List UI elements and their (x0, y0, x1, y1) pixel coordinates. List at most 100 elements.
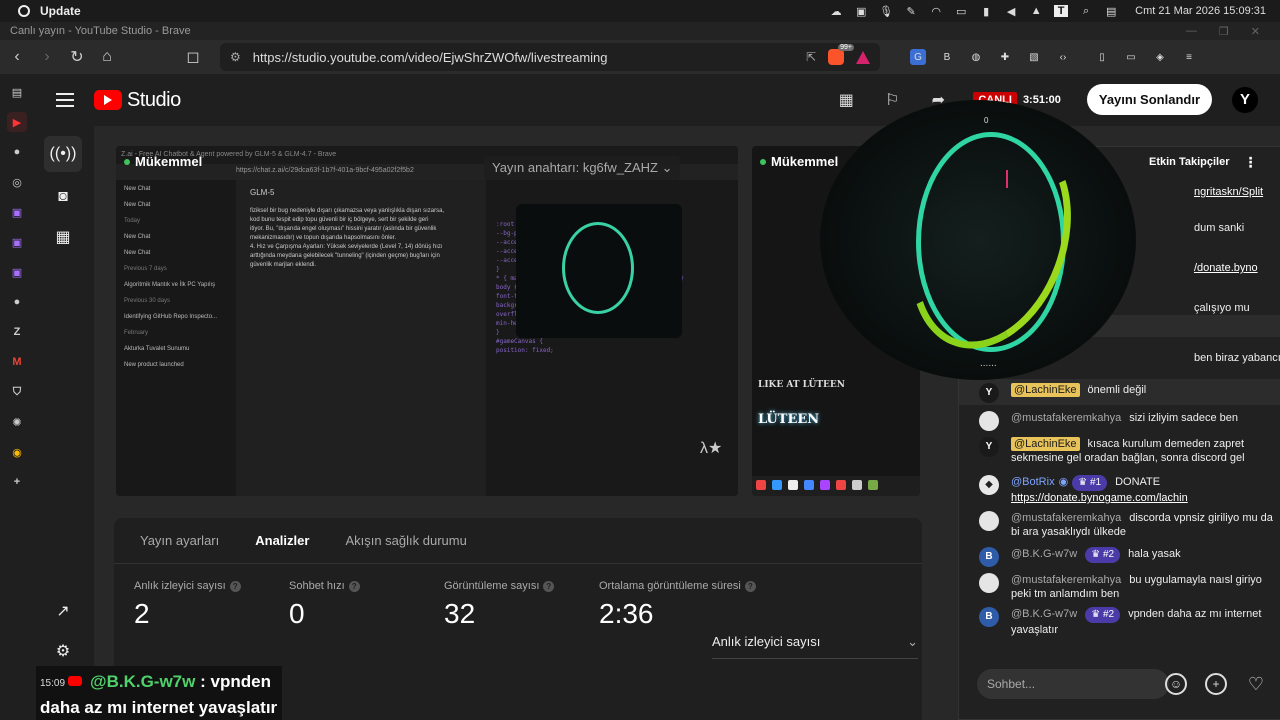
chat-author[interactable]: @mustafakeremkahya (1011, 412, 1121, 424)
open-external-icon[interactable]: ↗ (52, 600, 74, 622)
display-icon[interactable]: ▭ (954, 5, 968, 18)
search-icon[interactable]: ⌕ (1079, 5, 1093, 17)
dropdown-tray-icon[interactable]: ▲ (1029, 5, 1043, 17)
hamburger-menu-icon[interactable] (56, 93, 74, 107)
chat-author[interactable]: @LachinEke (1011, 437, 1080, 451)
github-icon[interactable]: ● (7, 142, 27, 162)
tab-stream-health[interactable]: Akışın sağlık durumu (345, 533, 466, 548)
sidebar-panel-icon[interactable]: ▤ (7, 82, 27, 102)
avatar[interactable] (979, 511, 999, 531)
chat-author[interactable]: @B.K.G-w7w (1011, 548, 1077, 560)
avatar[interactable]: ◆ (979, 475, 999, 495)
address-bar[interactable]: ⚙ https://studio.youtube.com/video/EjwSh… (220, 43, 880, 71)
live-stream-icon[interactable]: ((•)) (44, 136, 82, 172)
twitch-icon-2[interactable]: ▣ (7, 232, 27, 252)
chat-link[interactable]: https://donate.bynogame.com/lachin (1011, 492, 1188, 504)
battery-icon[interactable]: ▮ (979, 5, 993, 18)
tab-stream-settings[interactable]: Yayın ayarları (140, 533, 219, 548)
add-icon[interactable]: + (1205, 673, 1227, 695)
camera-icon[interactable]: ◙ (52, 186, 74, 208)
avatar[interactable]: B (979, 607, 999, 627)
maximize-icon[interactable]: ❐ (1219, 25, 1229, 38)
chat-message[interactable]: B @B.K.G-w7w ♛ #2 vpnden daha az mı intern… (979, 607, 1279, 637)
metric-select-dropdown[interactable]: Anlık izleyici sayısı ⌄ (712, 634, 918, 659)
pen-icon[interactable]: ✎ (904, 5, 918, 18)
reload-icon[interactable]: ↻ (64, 44, 90, 70)
chat-message[interactable]: @mustafakeremkahya bu uygulamayla naısl g… (979, 573, 1279, 601)
tab-analytics[interactable]: Analizler (255, 533, 309, 548)
back-icon[interactable]: ‹ (4, 44, 30, 70)
brave-rewards-icon[interactable] (856, 50, 870, 64)
forward-icon[interactable]: › (34, 44, 60, 70)
text-input-icon[interactable]: T (1054, 5, 1069, 17)
chat-message[interactable]: @mustafakeremkahya sizi izliyim sadece be… (979, 411, 1279, 431)
add-icon[interactable]: + (7, 472, 27, 492)
help-icon[interactable]: ? (229, 580, 241, 592)
chat-message[interactable]: B @B.K.G-w7w ♛ #2 hala yasak (979, 547, 1279, 567)
help-icon[interactable]: ? (744, 580, 756, 592)
wallet-icon[interactable]: ▭ (1123, 49, 1139, 65)
twitch-icon[interactable]: ▣ (7, 202, 27, 222)
wifi-icon[interactable]: ◠ (929, 5, 943, 18)
tray-app-icon[interactable]: ▣ (854, 5, 868, 18)
avatar[interactable] (979, 411, 999, 431)
chrome-icon[interactable]: ◉ (7, 442, 27, 462)
font-extension-icon[interactable]: B (939, 49, 955, 65)
more-options-icon[interactable]: ⋮ (1244, 154, 1258, 171)
calendar-icon[interactable]: ▦ (52, 226, 74, 248)
chevron-down-icon[interactable]: ⌄ (662, 160, 673, 175)
stream-key-field[interactable]: Yayın anahtarı: kg6fw_ZAHZ ⌄ (484, 156, 681, 180)
close-icon[interactable]: ✕ (1251, 25, 1260, 38)
menu-icon[interactable]: ≡ (1181, 49, 1197, 65)
zai-icon[interactable]: Z (7, 322, 27, 342)
avatar[interactable] (979, 573, 999, 593)
twitch-icon-3[interactable]: ▣ (7, 262, 27, 282)
gmail-icon[interactable]: M (7, 352, 27, 372)
chat-message[interactable]: Y @LachinEke önemli değil (979, 383, 1279, 403)
hidden-eye-icon[interactable]: ◎ (7, 172, 27, 192)
os-logo-icon[interactable] (18, 5, 30, 17)
chat-author[interactable]: @LachinEke (1011, 383, 1080, 397)
openai-icon[interactable]: ✺ (7, 412, 27, 432)
brave-shields-icon[interactable]: 99+ (828, 44, 854, 65)
stream-preview[interactable]: Z.ai - Free AI Chatbot & Agent powered b… (116, 146, 738, 496)
clipboard-icon[interactable]: ▤ (1104, 5, 1118, 18)
puzzle-extensions-icon[interactable]: ✚ (997, 49, 1013, 65)
sidebar-toggle-icon[interactable]: ▯ (1094, 49, 1110, 65)
studio-logo[interactable]: Studio (94, 89, 181, 112)
volume-icon[interactable]: ◀ (1004, 5, 1018, 18)
chat-header-mode[interactable]: Etkin Takipçiler (1149, 156, 1230, 168)
minimize-icon[interactable]: — (1186, 25, 1197, 38)
chat-author[interactable]: @B.K.G-w7w (1011, 608, 1077, 620)
devtools-extension-icon[interactable]: ‹› (1055, 49, 1071, 65)
help-icon[interactable]: ? (543, 580, 555, 592)
chat-input[interactable]: Sohbet... (977, 669, 1169, 699)
translate-extension-icon[interactable]: G (910, 49, 926, 65)
end-stream-button[interactable]: Yayını Sonlandır (1086, 84, 1212, 115)
avatar[interactable]: B (979, 547, 999, 567)
help-icon[interactable]: ? (348, 580, 360, 592)
bookmark-save-icon[interactable]: ⚐ (881, 89, 903, 111)
emoji-icon[interactable]: ☺ (1165, 673, 1187, 695)
chat-message[interactable]: @mustafakeremkahya discorda vpnsiz girili… (979, 511, 1279, 539)
chat-message[interactable]: Y @LachinEke kısaca kurulum demeden zapre… (979, 437, 1279, 465)
vpn-icon[interactable]: ◈ (1152, 49, 1168, 65)
os-clock[interactable]: Cmt 21 Mar 2026 15:09:31 (1135, 5, 1266, 17)
dashboard-icon[interactable]: ▦ (835, 89, 857, 111)
chat-author[interactable]: @BotRix (1011, 476, 1055, 488)
chat-author[interactable]: @mustafakeremkahya (1011, 574, 1121, 586)
github-icon-2[interactable]: ● (7, 292, 27, 312)
chat-author[interactable]: @mustafakeremkahya (1011, 512, 1121, 524)
account-avatar[interactable]: Y (1232, 86, 1258, 113)
heart-icon[interactable]: ♡ (1245, 673, 1267, 695)
avatar[interactable]: Y (979, 437, 999, 457)
settings-gear-icon[interactable]: ⚙ (52, 640, 74, 662)
globe-extension-icon[interactable]: ◍ (968, 49, 984, 65)
chat-message[interactable]: ◆ @BotRix ◉ ♛ #1 DONATE https://donate.byno… (979, 475, 1279, 505)
bookmark-icon[interactable]: ◻ (180, 44, 206, 70)
youtube-tab-icon[interactable]: ▶ (7, 112, 27, 132)
share-icon[interactable]: ⇱ (806, 50, 816, 64)
shield-icon[interactable]: ⛉ (7, 382, 27, 402)
chat-link[interactable]: /donate.byno (1194, 261, 1258, 275)
microphone-icon[interactable]: 🎙 (879, 5, 893, 18)
